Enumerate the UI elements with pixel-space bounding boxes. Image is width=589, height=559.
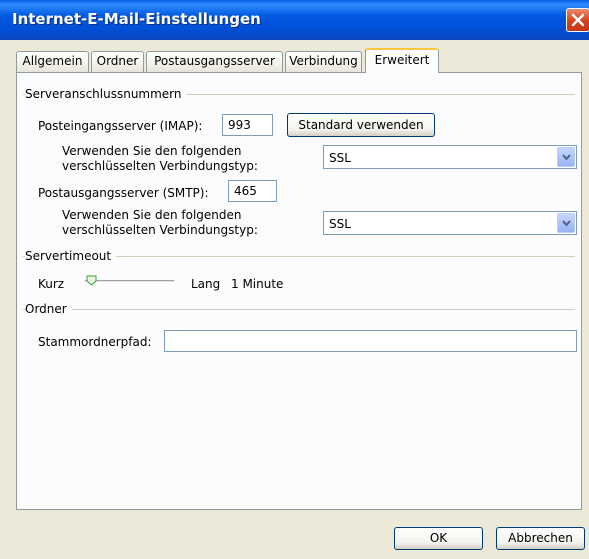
close-icon <box>571 13 585 27</box>
timeout-long-label: Lang <box>191 277 221 291</box>
outgoing-encryption-value: SSL <box>329 217 351 231</box>
timeout-short-label: Kurz <box>38 277 65 291</box>
group-divider <box>23 309 575 310</box>
folders-group-label: Ordner <box>25 302 72 316</box>
cancel-button[interactable]: Abbrechen <box>496 527 585 550</box>
outgoing-server-label: Postausgangsserver (SMTP): <box>38 186 209 200</box>
dialog-window: Internet-E-Mail-Einstellungen Allgemein … <box>0 0 589 559</box>
timeout-value: 1 Minute <box>231 277 284 291</box>
incoming-encryption-value: SSL <box>329 151 351 165</box>
timeout-slider-thumb[interactable] <box>86 275 97 286</box>
tab-general[interactable]: Allgemein <box>16 51 89 72</box>
outgoing-encryption-label-line1: Verwenden Sie den folgenden <box>62 208 242 222</box>
window-title: Internet-E-Mail-Einstellungen <box>12 10 261 28</box>
use-default-button[interactable]: Standard verwenden <box>287 113 435 137</box>
root-folder-path-input[interactable] <box>164 330 577 352</box>
server-ports-group-label: Serveranschlussnummern <box>25 87 187 101</box>
title-bar[interactable]: Internet-E-Mail-Einstellungen <box>0 0 589 40</box>
incoming-server-label: Posteingangsserver (IMAP): <box>38 119 203 133</box>
timeout-group-label: Servertimeout <box>25 249 117 263</box>
tab-advanced[interactable]: Erweitert <box>365 48 439 73</box>
tab-outgoing-server[interactable]: Postausgangsserver <box>146 51 283 72</box>
close-button[interactable] <box>566 8 589 32</box>
chevron-down-icon <box>562 220 571 227</box>
timeout-slider-track[interactable] <box>85 280 174 283</box>
incoming-port-input[interactable]: 993 <box>222 114 273 136</box>
outgoing-port-input[interactable]: 465 <box>228 180 277 202</box>
ok-button[interactable]: OK <box>394 527 483 550</box>
tab-connection[interactable]: Verbindung <box>285 51 362 72</box>
incoming-encryption-select[interactable]: SSL <box>323 145 577 169</box>
incoming-encryption-label-line2: verschlüsselten Verbindungstyp: <box>62 159 258 173</box>
outgoing-encryption-dropdown-button[interactable] <box>557 213 575 233</box>
tab-folders[interactable]: Ordner <box>91 51 144 72</box>
incoming-encryption-dropdown-button[interactable] <box>557 147 575 167</box>
outgoing-encryption-select[interactable]: SSL <box>323 211 577 235</box>
chevron-down-icon <box>562 154 571 161</box>
incoming-encryption-label-line1: Verwenden Sie den folgenden <box>62 144 242 158</box>
tab-panel-advanced: Serveranschlussnummern Posteingangsserve… <box>16 72 582 510</box>
root-folder-path-label: Stammordnerpfad: <box>38 335 152 349</box>
outgoing-encryption-label-line2: verschlüsselten Verbindungstyp: <box>62 223 258 237</box>
